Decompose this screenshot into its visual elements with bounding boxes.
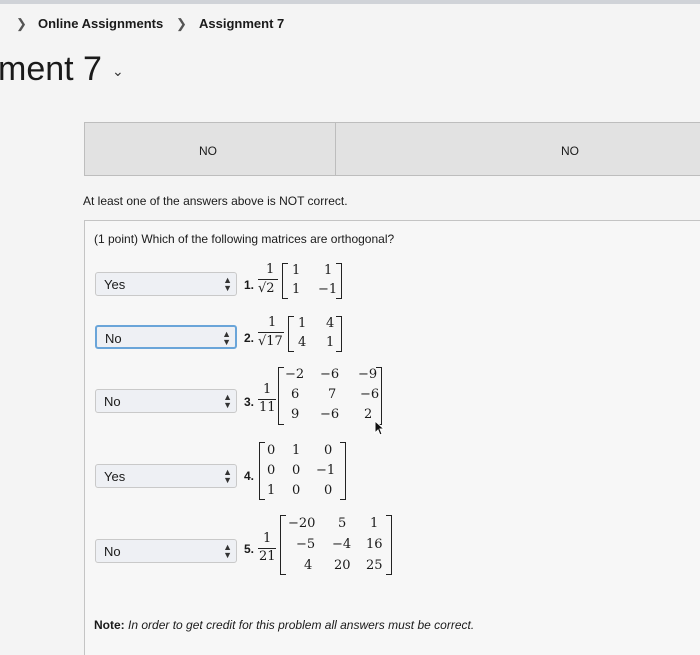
answer-select-3[interactable]: No ▲ ▼ — [95, 389, 237, 413]
matrix-5: 1 21 −20 5 1 −5 −4 16 4 20 25 — [258, 513, 398, 577]
answer-select-5[interactable]: No ▲ ▼ — [95, 539, 237, 563]
item-number: 1. — [244, 278, 255, 292]
matrix-3: 1 11 −2 −6 −9 6 7 −6 9 −6 2 — [258, 365, 388, 427]
status-message: At least one of the answers above is NOT… — [83, 194, 348, 208]
matrix-1: 1 √2 1 1 1 −1 — [258, 262, 348, 302]
item-number: 2. — [244, 331, 255, 345]
previous-answer-cell: NO — [335, 122, 700, 176]
question-text: (1 point) Which of the following matrice… — [94, 232, 395, 246]
select-arrows-icon: ▲ ▼ — [223, 467, 232, 485]
breadcrumb-assignment[interactable]: Assignment 7 — [199, 16, 284, 31]
matrix-4: 0 1 0 0 0 −1 1 0 0 — [258, 440, 358, 502]
chevron-right-icon: ❯ — [176, 16, 187, 31]
top-border — [0, 0, 700, 4]
chevron-right-icon: ❯ — [16, 16, 27, 31]
answer-select-4[interactable]: Yes ▲ ▼ — [95, 464, 237, 488]
item-number: 3. — [244, 395, 255, 409]
matrix-2: 1 √17 1 4 4 1 — [258, 315, 348, 355]
breadcrumb-online-assignments[interactable]: Online Assignments — [38, 16, 163, 31]
chevron-down-icon[interactable]: ⌄ — [112, 63, 124, 79]
item-number: 5. — [244, 542, 255, 556]
item-number: 4. — [244, 469, 255, 483]
select-arrows-icon: ▲ ▼ — [223, 392, 232, 410]
select-arrows-icon: ▲ ▼ — [223, 542, 232, 560]
note: Note: In order to get credit for this pr… — [94, 618, 475, 632]
select-arrows-icon: ▲ ▼ — [223, 275, 232, 293]
page-title: ment 7 ⌄ — [0, 50, 124, 88]
answer-select-2[interactable]: No ▲ ▼ — [95, 325, 237, 349]
previous-answers-table: NO NO — [84, 122, 700, 176]
answer-select-1[interactable]: Yes ▲ ▼ — [95, 272, 237, 296]
select-arrows-icon: ▲ ▼ — [222, 329, 231, 347]
previous-answer-cell: NO — [84, 122, 336, 176]
mouse-cursor-icon — [374, 420, 386, 436]
